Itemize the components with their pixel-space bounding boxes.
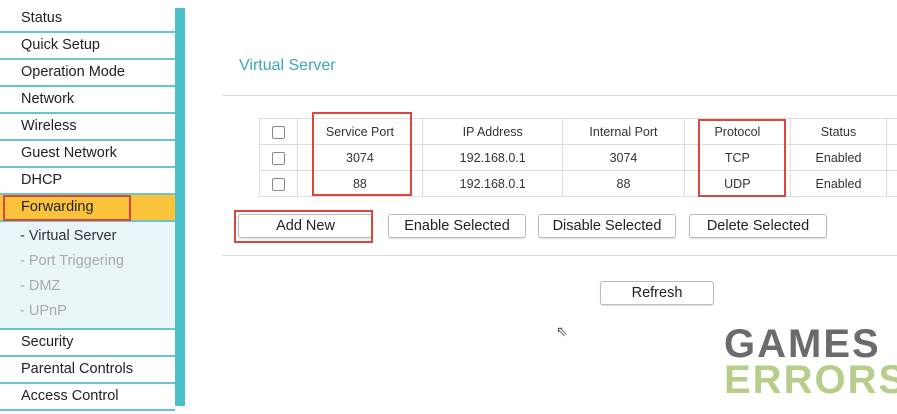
submenu-port-triggering[interactable]: - Port Triggering — [0, 249, 175, 274]
sidebar-item-operation-mode[interactable]: Operation Mode — [0, 60, 175, 87]
forwarding-submenu: - Virtual Server - Port Triggering - DMZ… — [0, 222, 175, 330]
cell-ip-address: 192.168.0.1 — [422, 144, 564, 171]
sidebar-item-network[interactable]: Network — [0, 87, 175, 114]
submenu-upnp[interactable]: - UPnP — [0, 299, 175, 324]
sidebar-item-guest-network[interactable]: Guest Network — [0, 141, 175, 168]
sidebar-item-security[interactable]: Security — [0, 330, 175, 357]
disable-selected-button[interactable]: Disable Selected — [538, 214, 676, 238]
highlight-box — [234, 210, 373, 243]
highlight-box — [698, 119, 786, 197]
page-title: Virtual Server — [239, 57, 336, 74]
mouse-cursor-icon: ⇖ — [556, 323, 568, 339]
sidebar-divider — [175, 8, 185, 406]
sidebar-item-wireless[interactable]: Wireless — [0, 114, 175, 141]
row-checkbox[interactable] — [271, 177, 285, 191]
watermark-logo: ERRORS — [724, 358, 897, 402]
sidebar-item-status[interactable]: Status — [0, 6, 175, 33]
cell-status: Enabled — [789, 144, 888, 171]
sidebar-item-dhcp[interactable]: DHCP — [0, 168, 175, 195]
highlight-box — [3, 195, 131, 221]
row-checkbox[interactable] — [271, 151, 285, 165]
select-all-checkbox[interactable] — [271, 125, 285, 139]
cell-internal-port: 3074 — [562, 144, 685, 171]
divider — [222, 95, 897, 96]
divider — [222, 255, 897, 256]
refresh-button[interactable]: Refresh — [600, 281, 714, 305]
highlight-box — [312, 112, 412, 196]
header-ip-address: IP Address — [422, 118, 564, 145]
header-internal-port: Internal Port — [562, 118, 685, 145]
delete-selected-button[interactable]: Delete Selected — [689, 214, 827, 238]
sidebar-item-quick-setup[interactable]: Quick Setup — [0, 33, 175, 60]
cell-internal-port: 88 — [562, 170, 685, 197]
cell-status: Enabled — [789, 170, 888, 197]
enable-selected-button[interactable]: Enable Selected — [388, 214, 526, 238]
sidebar-item-parental-controls[interactable]: Parental Controls — [0, 357, 175, 384]
header-status: Status — [789, 118, 888, 145]
sidebar-item-access-control[interactable]: Access Control — [0, 384, 175, 411]
cell-ip-address: 192.168.0.1 — [422, 170, 564, 197]
submenu-dmz[interactable]: - DMZ — [0, 274, 175, 299]
submenu-virtual-server[interactable]: - Virtual Server — [0, 224, 175, 249]
